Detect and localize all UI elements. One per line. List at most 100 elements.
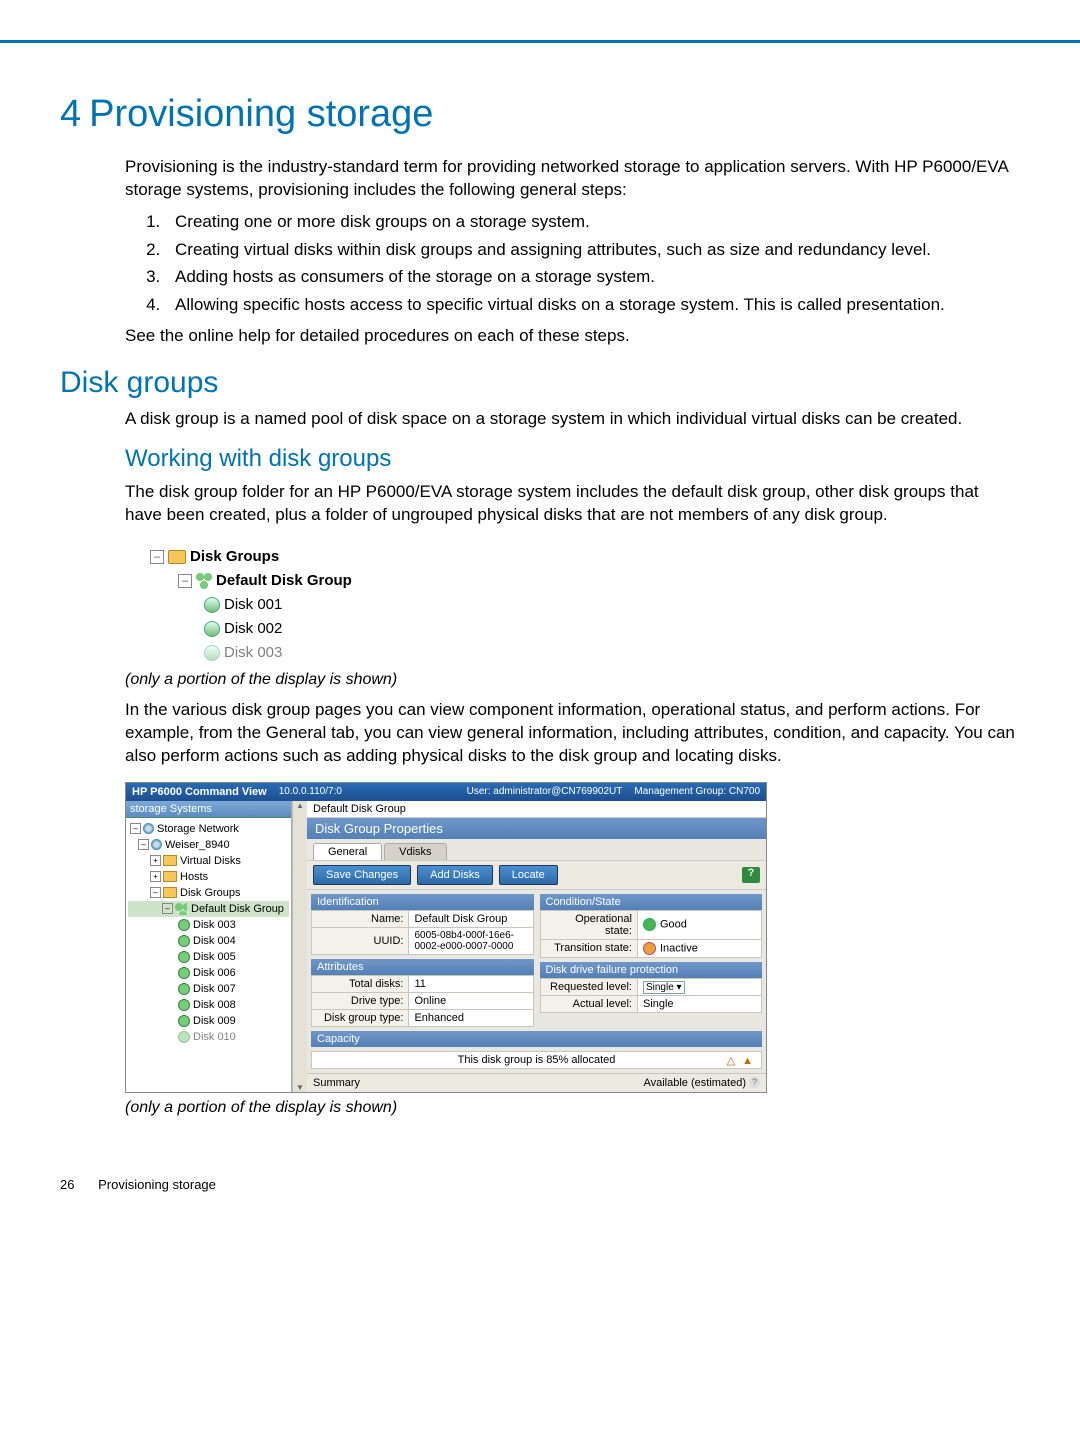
app-ip: 10.0.0.110/7:0 [279,786,342,797]
collapse-icon[interactable]: – [150,550,164,564]
expand-icon[interactable]: + [150,871,161,882]
expand-icon[interactable]: – [138,839,149,850]
disk-icon [204,597,220,613]
tree-disk-item[interactable]: Disk 004 [128,933,289,949]
folder-icon [168,550,186,564]
tree-label: Disk 004 [193,935,236,947]
tree-group-row[interactable]: – Default Disk Group [130,569,1020,593]
add-disks-button[interactable]: Add Disks [417,865,493,885]
step-item: Allowing specific hosts access to specif… [165,293,1020,317]
trans-state-text: Inactive [660,942,698,954]
tree-label: Disk 007 [193,983,236,995]
expand-icon[interactable]: + [150,855,161,866]
folder-icon [163,871,177,882]
working-paragraph: The disk group folder for an HP P6000/EV… [125,481,1020,527]
tree-disk-item[interactable]: Disk 005 [128,949,289,965]
tree-label: Disk 005 [193,951,236,963]
app-titlebar: HP P6000 Command View 10.0.0.110/7:0 Use… [126,783,766,801]
tree-disk-label: Disk 002 [224,620,282,637]
app-name: HP P6000 Command View [132,786,267,798]
attributes-header: Attributes [311,959,534,975]
properties-pane: Default Disk Group Disk Group Properties… [307,801,766,1092]
breadcrumb: Default Disk Group [307,801,766,818]
tree-disk-item[interactable]: Disk 003 [128,917,289,933]
summary-row: Summary Available (estimated)? [307,1073,766,1092]
tree-disk-item[interactable]: Disk 008 [128,997,289,1013]
expand-icon[interactable]: – [130,823,141,834]
tree-label: Virtual Disks [180,855,241,867]
figure-caption: (only a portion of the display is shown) [125,1099,1020,1117]
tree-hosts[interactable]: +Hosts [128,869,289,885]
disk-icon [178,1031,190,1043]
uuid-value: 6005-08b4-000f-16e6-0002-e000-0007-0000 [409,927,533,954]
identification-header: Identification [311,894,534,910]
tree-disk-row[interactable]: Disk 002 [130,617,1020,641]
figure-caption: (only a portion of the display is shown) [125,671,1020,689]
chapter-title-text: Provisioning storage [89,93,433,135]
tree-root-row[interactable]: – Disk Groups [130,545,1020,569]
disk-group-type-key: Disk group type: [312,1009,409,1026]
tree-disk-item[interactable]: Disk 010 [128,1029,289,1045]
tree-label: Disk Groups [180,887,241,899]
tree-disk-item[interactable]: Disk 006 [128,965,289,981]
tree-default-disk-group[interactable]: – Default Disk Group [128,901,289,917]
requested-level-select[interactable]: Single ▾ [643,981,685,994]
tree-disk-row[interactable]: Disk 001 [130,593,1020,617]
scroll-down-icon[interactable]: ▼ [296,1083,304,1092]
condition-table: Operational state:Good Transition state:… [540,910,763,958]
req-level-cell: Single ▾ [637,978,761,995]
tree-virtual-disks[interactable]: + Virtual Disks [128,853,289,869]
tree-disk-item[interactable]: Disk 009 [128,1013,289,1029]
disk-icon [204,645,220,661]
name-key: Name: [312,910,409,927]
tree-label: Disk 003 [193,919,236,931]
locate-button[interactable]: Locate [499,865,558,885]
help-button[interactable]: ? [742,867,760,883]
expand-icon[interactable]: – [150,887,161,898]
collapse-icon[interactable]: – [178,574,192,588]
disk-group-type-value: Enhanced [409,1009,533,1026]
step-item: Creating one or more disk groups on a st… [165,210,1020,234]
help-icon[interactable]: ? [749,1077,760,1088]
tab-strip: General Vdisks [307,839,766,860]
tree-label: Disk 008 [193,999,236,1011]
attributes-table: Total disks:11 Drive type:Online Disk gr… [311,975,534,1027]
page-number: 26 [60,1177,74,1192]
intro-paragraph: Provisioning is the industry-standard te… [125,156,1020,202]
disk-icon [178,919,190,931]
tab-general[interactable]: General [313,843,382,860]
tree-label: Default Disk Group [191,903,284,915]
tree-storage-network[interactable]: – Storage Network [128,821,289,837]
drive-type-value: Online [409,992,533,1009]
tree-label: Disk 009 [193,1015,236,1027]
app-screenshot: HP P6000 Command View 10.0.0.110/7:0 Use… [125,782,767,1093]
tree-label: Weiser_8940 [165,839,230,851]
tree-disk-groups[interactable]: – Disk Groups [128,885,289,901]
disk-icon [178,1015,190,1027]
tree-system[interactable]: – Weiser_8940 [128,837,289,853]
tree-disk-row[interactable]: Disk 003 [130,641,1020,665]
op-state-key: Operational state: [540,910,637,939]
tree-figure-disk-groups: – Disk Groups – Default Disk Group Disk … [130,545,1020,665]
section-disk-groups: Disk groups [60,366,1020,400]
warning-icons: △ ▲ [727,1054,755,1067]
total-disks-key: Total disks: [312,975,409,992]
name-value: Default Disk Group [409,910,533,927]
app-user: User: administrator@CN769902UT [467,786,623,797]
expand-icon[interactable]: – [162,903,173,914]
panel-title: Disk Group Properties [307,818,766,839]
tree-label: Storage Network [157,823,239,835]
tab-vdisks[interactable]: Vdisks [384,843,446,860]
step-item: Adding hosts as consumers of the storage… [165,265,1020,289]
disk-group-icon [175,903,187,915]
summary-label: Summary [313,1077,360,1089]
save-changes-button[interactable]: Save Changes [313,865,411,885]
tree-disk-item[interactable]: Disk 007 [128,981,289,997]
uuid-key: UUID: [312,927,409,954]
identification-table: Name:Default Disk Group UUID:6005-08b4-0… [311,910,534,955]
nav-header: storage Systems [126,801,291,818]
scroll-up-icon[interactable]: ▲ [296,801,304,810]
disk-icon [178,983,190,995]
scrollbar[interactable]: ▲▼ [292,801,307,1092]
chapter-title: 4Provisioning storage [60,93,1020,136]
